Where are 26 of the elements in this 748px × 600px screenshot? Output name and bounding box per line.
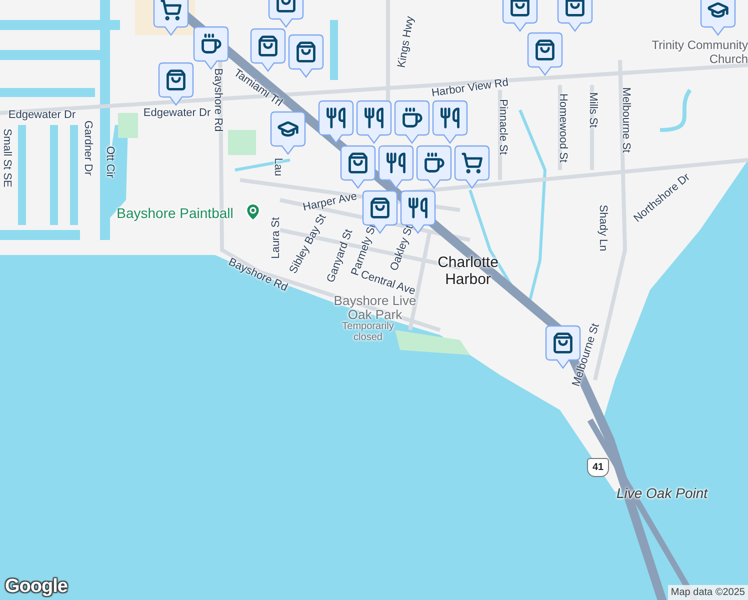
street-label: Homewood St bbox=[557, 93, 569, 163]
street-label: Ott Cir bbox=[104, 146, 116, 178]
place-label: Live Oak Point bbox=[616, 485, 708, 501]
street-label: Harbor View Rd bbox=[430, 76, 510, 100]
street-label: Edgewater Dr bbox=[8, 109, 76, 121]
note-label: Temporarily closed bbox=[341, 321, 395, 343]
street-label: Bayshore Rd bbox=[212, 68, 224, 132]
attribution-text: Map data ©2025 bbox=[668, 585, 748, 600]
street-label: Melbourne St bbox=[620, 87, 632, 153]
street-label: Pinnacle St bbox=[497, 99, 509, 155]
town-label: Charlotte Harbor bbox=[436, 254, 500, 288]
church-label: Trinity Community Church bbox=[650, 38, 748, 66]
street-label: Oakley St bbox=[388, 224, 416, 272]
street-label: Kings Hwy bbox=[396, 15, 416, 69]
poi-label: Bayshore Paintball bbox=[116, 205, 234, 221]
route-shield: 41 bbox=[587, 458, 609, 477]
street-label: Shady Ln bbox=[597, 204, 609, 252]
street-label: Laura St bbox=[270, 217, 282, 259]
street-label: Edgewater Dr bbox=[143, 107, 211, 119]
park-label: Bayshore Live Oak Park bbox=[332, 294, 418, 322]
street-label: Gardner Dr bbox=[82, 120, 94, 176]
google-logo: Google bbox=[5, 576, 68, 598]
street-label: Harper Ave bbox=[302, 190, 358, 214]
street-label: Small St SE bbox=[1, 128, 13, 188]
street-label: Mills St bbox=[587, 92, 599, 128]
street-label: Lau bbox=[272, 158, 284, 176]
